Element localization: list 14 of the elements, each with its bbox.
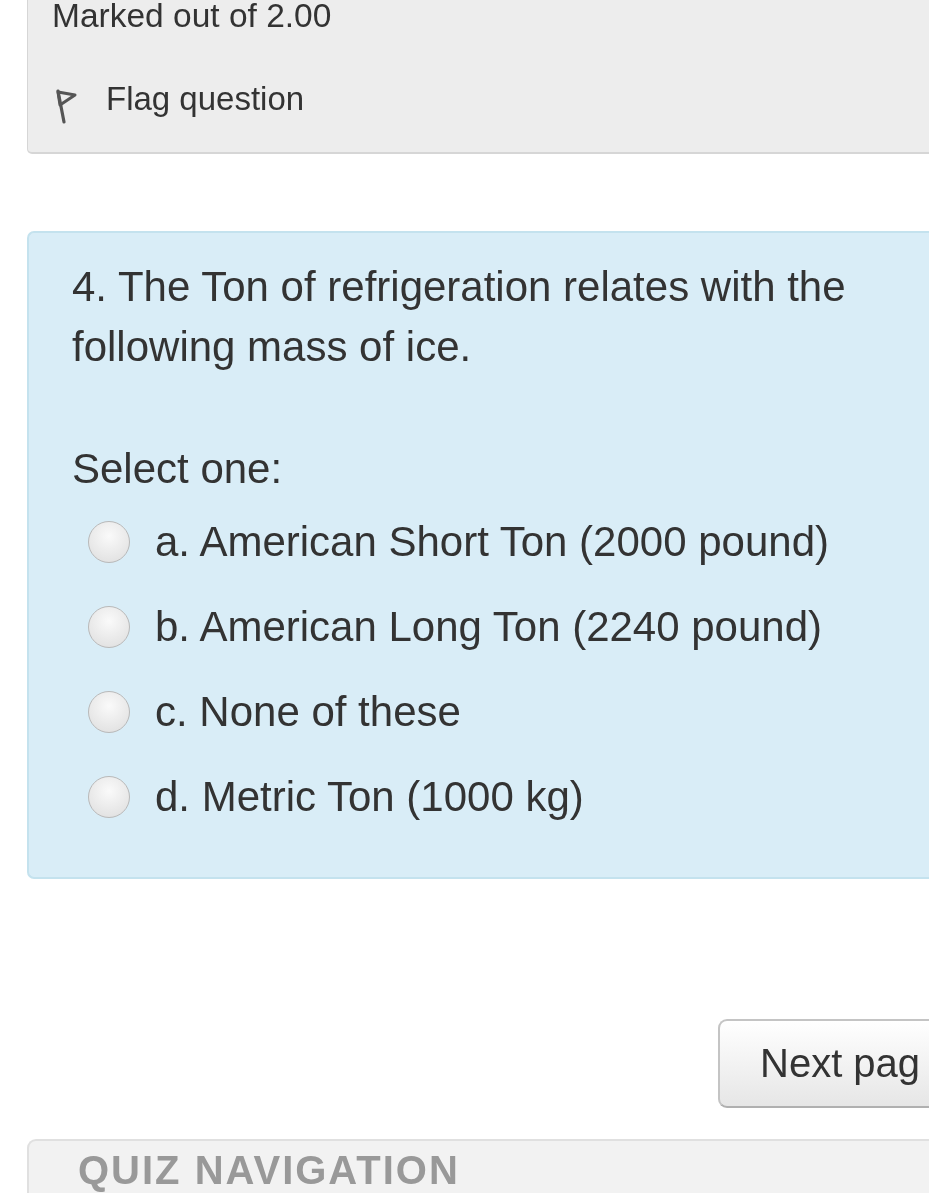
- answer-option-label[interactable]: a. American Short Ton (2000 pound): [155, 517, 829, 566]
- select-one-label: Select one:: [72, 444, 283, 494]
- radio-button[interactable]: [88, 605, 130, 648]
- radio-button[interactable]: [88, 690, 130, 733]
- radio-button[interactable]: [88, 775, 130, 818]
- question-text: 4. The Ton of refrigeration relates with the following mass of ice.: [72, 262, 847, 372]
- answer-option-label[interactable]: d. Metric Ton (1000 kg): [155, 772, 584, 821]
- answer-option-label[interactable]: b. American Long Ton (2240 pound): [155, 602, 823, 651]
- quiz-navigation-heading: QUIZ NAVIGATION: [78, 1150, 461, 1190]
- radio-button[interactable]: [88, 520, 130, 563]
- next-page-button[interactable]: Next pag: [718, 1019, 929, 1108]
- marks-text: Marked out of 2.00: [52, 0, 332, 32]
- flag-question-link[interactable]: Flag question: [52, 79, 305, 125]
- answer-option-label[interactable]: c. None of these: [155, 687, 461, 736]
